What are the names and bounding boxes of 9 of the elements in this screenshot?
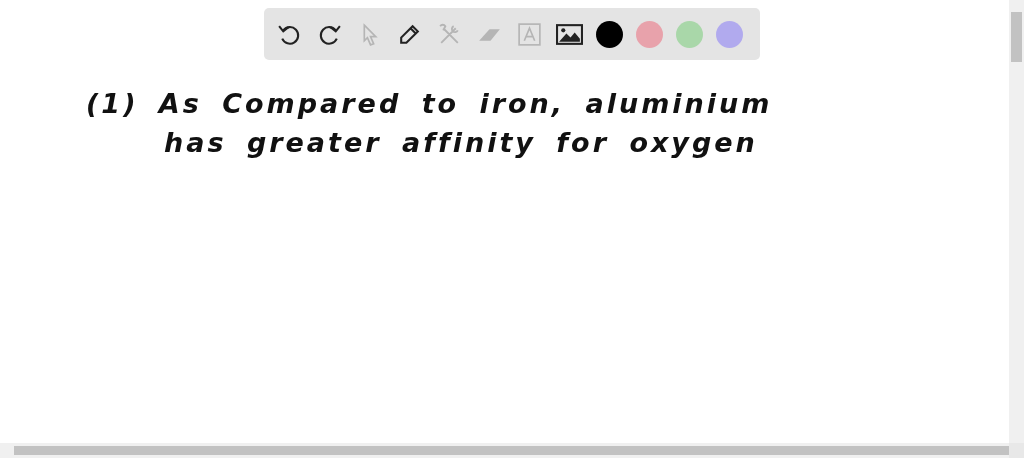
text-icon <box>516 20 543 48</box>
color-swatch[interactable] <box>716 20 743 48</box>
color-swatch[interactable] <box>636 20 663 48</box>
color-swatch[interactable] <box>596 20 623 48</box>
vertical-scrollbar[interactable] <box>1009 0 1024 443</box>
handwritten-text: (1) As Compared to iron, aluminium <box>86 88 773 119</box>
scrollbar-corner <box>1009 443 1024 458</box>
color-swatch[interactable] <box>676 20 703 48</box>
handwritten-text: has greater affinity for oxygen <box>164 127 758 158</box>
